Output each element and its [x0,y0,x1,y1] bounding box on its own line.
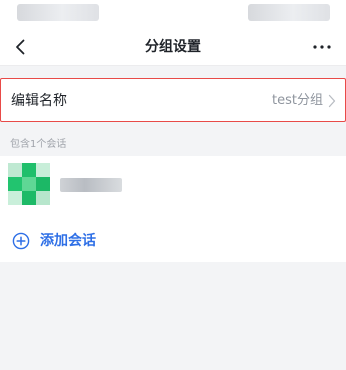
add-conversation-label: 添加会话 [40,233,96,249]
status-bar [0,0,346,28]
conversation-list-item[interactable] [0,156,346,218]
page-title: 分组设置 [145,39,201,55]
conversation-count-caption: 包含1个会话 [10,139,67,150]
status-bar-indicators-blurred [248,4,330,21]
avatar [8,163,50,205]
status-bar-time-blurred [17,4,99,21]
nav-bar: 分组设置 [0,28,346,66]
conversation-name-blurred [60,178,122,192]
edit-name-label: 编辑名称 [11,93,67,109]
group-name-value: test分组 [272,93,323,108]
plus-circle-icon [12,232,30,250]
edit-group-name-row[interactable]: 编辑名称 test分组 [0,78,346,122]
more-dots-icon [313,45,331,49]
add-conversation-button[interactable]: 添加会话 [0,218,346,262]
chevron-right-icon [328,94,336,108]
more-button[interactable] [304,32,340,62]
